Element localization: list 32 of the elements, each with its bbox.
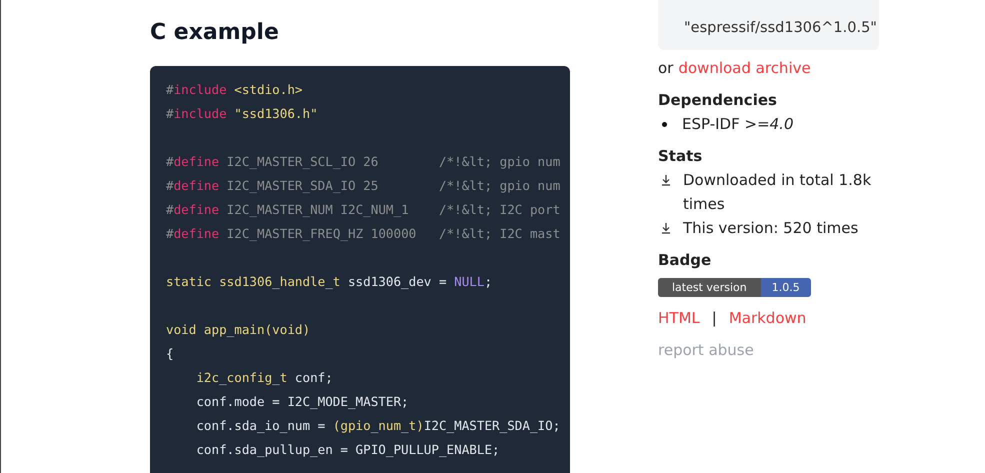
badge-format-link[interactable]: HTML <box>658 306 700 330</box>
code-line: conf.sda_pullup_en = GPIO_PULLUP_ENABLE; <box>195 441 500 459</box>
download-archive-link[interactable]: download archive <box>678 56 811 80</box>
badge-label: latest version <box>658 278 761 297</box>
code-line: #include "ssd1306.h" <box>166 105 318 123</box>
stat-text: This version: 520 times <box>683 218 858 239</box>
download-icon <box>661 174 671 186</box>
dependencies-heading: Dependencies <box>658 90 778 111</box>
code-line: #define I2C_MASTER_SCL_IO 26 /*!&lt; gpio num <box>166 153 560 171</box>
install-command: "espressif/ssd1306^1.0.5" <box>684 19 877 38</box>
badge-format-link[interactable]: Markdown <box>728 306 806 330</box>
stat-text: Downloaded in total 1.8k times <box>683 170 872 215</box>
code-line: #include <stdio.h> <box>166 81 303 99</box>
badge-heading: Badge <box>658 250 712 271</box>
code-line: #define I2C_MASTER_NUM I2C_NUM_1 /*!&lt; I2C port <box>166 201 560 219</box>
download-icon <box>661 222 671 234</box>
code-line: { <box>166 345 174 363</box>
code-line: conf.mode = I2C_MODE_MASTER; <box>195 393 409 411</box>
section-heading: C example <box>150 19 280 47</box>
code-line: #define I2C_MASTER_SDA_IO 25 /*!&lt; gpio num <box>166 177 560 195</box>
code-line: void app_main(void) <box>166 321 310 339</box>
code-line: #define I2C_MASTER_FREQ_HZ 100000 /*!&lt; I2C mast <box>166 225 560 243</box>
bullet-icon <box>662 122 667 127</box>
report-abuse-link[interactable]: report abuse <box>658 338 879 362</box>
dependency-item: ESP-IDF >=4.0 <box>682 114 794 135</box>
code-line: static ssd1306_handle_t ssd1306_dev = NULL; <box>166 273 492 291</box>
code-line: conf.sda_io_num = (gpio_num_t)I2C_MASTER_SDA_IO; <box>195 417 560 435</box>
download-prefix: or <box>658 58 674 79</box>
stats-heading: Stats <box>658 146 704 167</box>
code-line: i2c_config_t conf; <box>195 369 333 387</box>
badge-value: 1.0.5 <box>760 278 811 297</box>
link-separator: | <box>712 308 717 329</box>
